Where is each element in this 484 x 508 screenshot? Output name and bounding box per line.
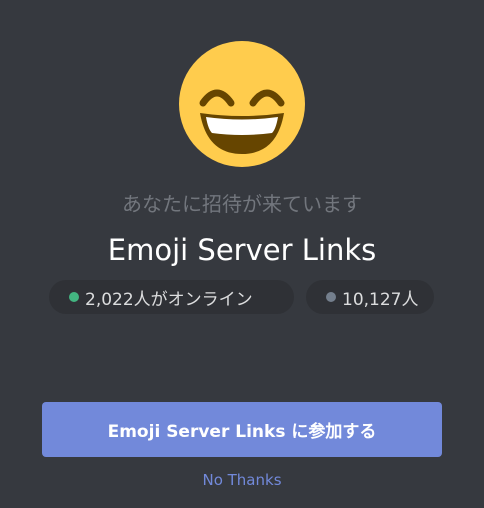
join-server-button[interactable]: Emoji Server Links に参加する (42, 402, 442, 457)
online-count-badge: 2,022人がオンライン (49, 280, 294, 314)
grinning-face-emoji-icon (179, 41, 305, 167)
no-thanks-link[interactable]: No Thanks (0, 470, 484, 490)
invite-card: あなたに招待が来ています Emoji Server Links 2,022人がオ… (0, 0, 484, 508)
member-status-dot-icon (326, 292, 336, 302)
member-count-badge: 10,127人 (306, 280, 434, 314)
online-status-dot-icon (69, 292, 79, 302)
invite-subtitle: あなたに招待が来ています (122, 192, 362, 216)
member-count-text: 10,127人 (342, 289, 419, 310)
server-name: Emoji Server Links (107, 233, 377, 267)
online-count-text: 2,022人がオンライン (85, 289, 253, 310)
